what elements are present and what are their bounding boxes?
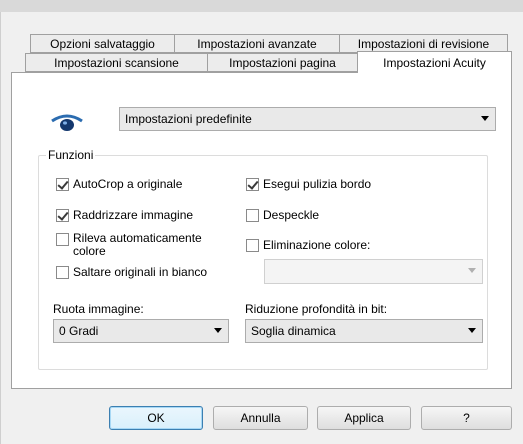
pulizia-bordo-checkbox[interactable]: Esegui pulizia bordo xyxy=(246,177,371,191)
rotate-select[interactable]: 0 Gradi xyxy=(53,319,229,343)
funzioni-title: Funzioni xyxy=(46,148,96,162)
tab-impostazioni-pagina[interactable]: Impostazioni pagina xyxy=(207,53,358,72)
checkbox-label: Eliminazione colore: xyxy=(263,238,371,252)
eliminazione-colore-checkbox[interactable]: Eliminazione colore: xyxy=(246,238,370,252)
bitdepth-label: Riduzione profondità in bit: xyxy=(245,302,388,316)
checkbox-unchecked-icon xyxy=(56,266,69,279)
rileva-colore-checkbox[interactable]: Rileva automaticamente colore xyxy=(56,232,202,258)
checkbox-checked-icon xyxy=(56,209,69,222)
rotate-label: Ruota immagine: xyxy=(53,302,144,316)
checkbox-unchecked-icon xyxy=(56,233,69,246)
bitdepth-select[interactable]: Soglia dinamica xyxy=(245,319,483,343)
tab-label: Impostazioni pagina xyxy=(229,55,336,70)
chevron-down-icon xyxy=(214,328,222,333)
chevron-down-icon xyxy=(468,268,476,273)
window-edge xyxy=(0,12,1,444)
tab-impostazioni-avanzate[interactable]: Impostazioni avanzate xyxy=(174,34,340,53)
tab-label: Impostazioni avanzate xyxy=(197,36,317,51)
preset-value: Impostazioni predefinite xyxy=(125,112,252,126)
preset-select[interactable]: Impostazioni predefinite xyxy=(119,107,496,131)
checkbox-label: Saltare originali in bianco xyxy=(73,265,208,279)
checkbox-label: Rileva automaticamente colore xyxy=(73,232,202,258)
tab-label: Opzioni salvataggio xyxy=(50,36,155,51)
tab-impostazioni-acuity[interactable]: Impostazioni Acuity xyxy=(357,51,512,73)
ok-button[interactable]: OK xyxy=(109,406,203,430)
tab-label: Impostazioni di revisione xyxy=(357,36,490,51)
color-drop-select[interactable] xyxy=(264,259,483,284)
help-button[interactable]: ? xyxy=(421,406,512,430)
chevron-down-icon xyxy=(481,116,489,121)
checkbox-label-line2: colore xyxy=(73,244,106,258)
apply-button[interactable]: Applica xyxy=(317,406,411,430)
cancel-button[interactable]: Annulla xyxy=(213,406,308,430)
chevron-down-icon xyxy=(468,328,476,333)
eye-icon xyxy=(51,114,83,131)
checkbox-label: AutoCrop a originale xyxy=(73,177,183,191)
checkbox-checked-icon xyxy=(246,178,259,191)
saltare-bianco-checkbox[interactable]: Saltare originali in bianco xyxy=(56,265,207,279)
bitdepth-value: Soglia dinamica xyxy=(251,324,336,338)
tab-impostazioni-scansione[interactable]: Impostazioni scansione xyxy=(25,53,208,72)
checkbox-label: Despeckle xyxy=(263,208,320,222)
checkbox-unchecked-icon xyxy=(246,239,259,252)
checkbox-unchecked-icon xyxy=(246,209,259,222)
tab-label: Impostazioni scansione xyxy=(54,55,179,70)
despeckle-checkbox[interactable]: Despeckle xyxy=(246,208,319,222)
raddrizzare-checkbox[interactable]: Raddrizzare immagine xyxy=(56,208,193,222)
tab-label: Impostazioni Acuity xyxy=(383,55,486,70)
checkbox-label: Raddrizzare immagine xyxy=(73,208,194,222)
checkbox-checked-icon xyxy=(56,178,69,191)
checkbox-label: Esegui pulizia bordo xyxy=(263,177,372,191)
title-bar-area xyxy=(0,0,523,12)
autocrop-checkbox[interactable]: AutoCrop a originale xyxy=(56,177,182,191)
rotate-value: 0 Gradi xyxy=(59,324,99,338)
tab-opzioni-salvataggio[interactable]: Opzioni salvataggio xyxy=(30,34,175,53)
